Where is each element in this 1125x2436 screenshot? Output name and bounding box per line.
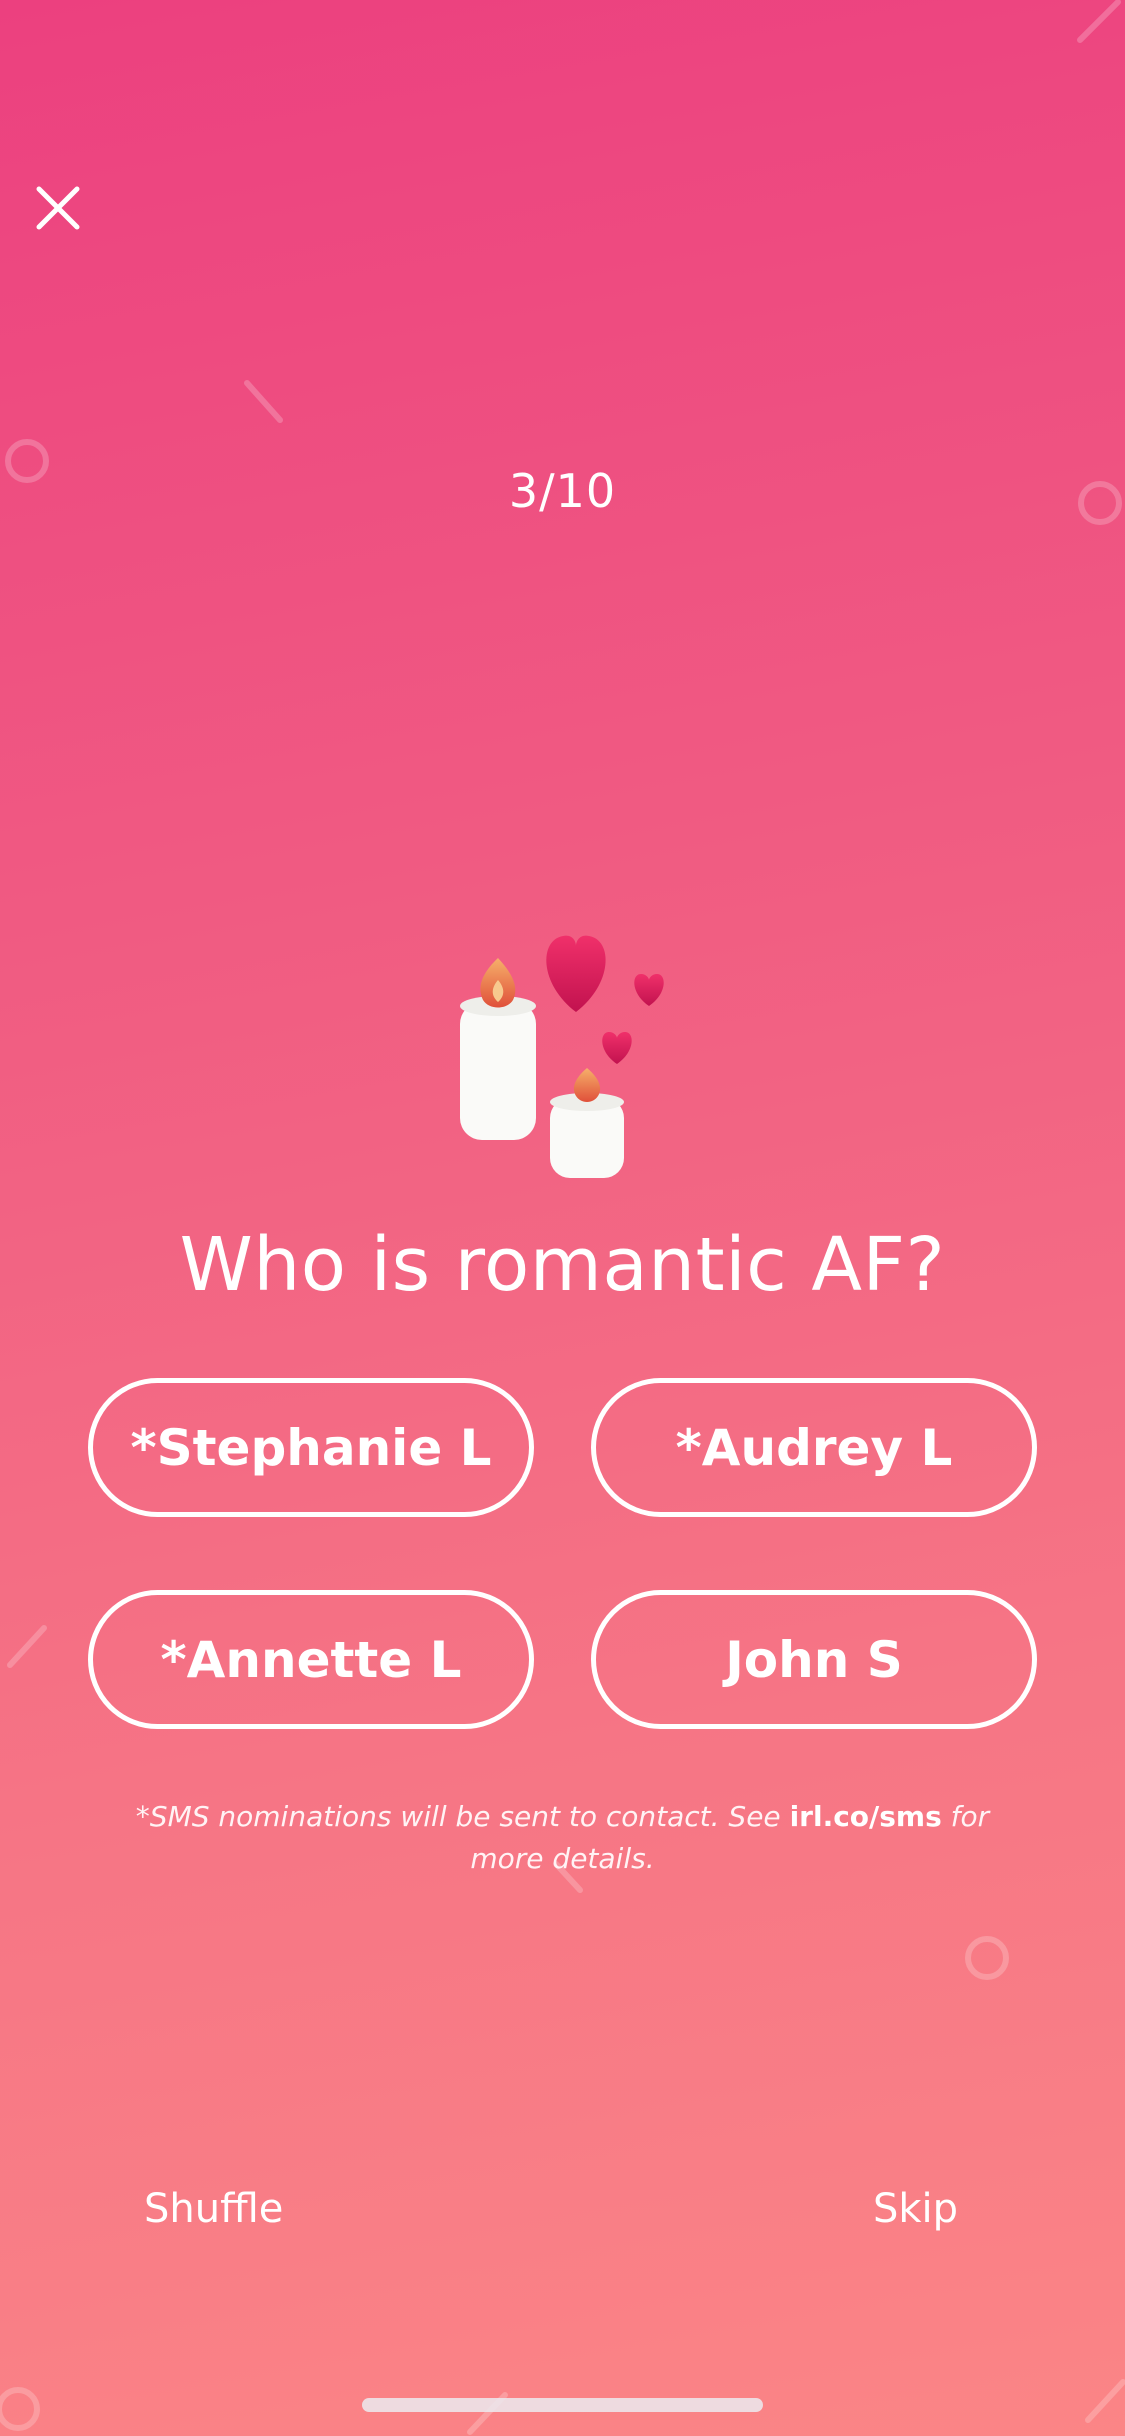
home-indicator[interactable]	[362, 2398, 763, 2412]
choices-grid: *Stephanie L *Audrey L *Annette L John S	[88, 1378, 1037, 1729]
question-progress: 3/10	[508, 464, 617, 518]
choice-button[interactable]: *Annette L	[88, 1590, 534, 1729]
choice-button[interactable]: *Audrey L	[591, 1378, 1037, 1517]
skip-button[interactable]: Skip	[873, 2186, 958, 2232]
sms-disclaimer: *SMS nominations will be sent to contact…	[110, 1796, 1015, 1880]
candles-hearts-icon	[460, 935, 664, 1178]
vote-screen: 3/10 Who is romantic AF? *Stephanie L *A…	[0, 0, 1125, 2436]
close-button[interactable]	[22, 172, 94, 244]
shuffle-button[interactable]: Shuffle	[144, 2186, 283, 2232]
choice-button[interactable]: John S	[591, 1590, 1037, 1729]
choice-button[interactable]: *Stephanie L	[88, 1378, 534, 1517]
background-confetti	[0, 0, 1125, 2435]
question-text: Who is romantic AF?	[179, 1222, 946, 1308]
close-icon	[36, 186, 80, 230]
sms-note-prefix: *SMS nominations will be sent to contact…	[135, 1800, 790, 1833]
sms-link[interactable]: irl.co/sms	[790, 1800, 942, 1833]
